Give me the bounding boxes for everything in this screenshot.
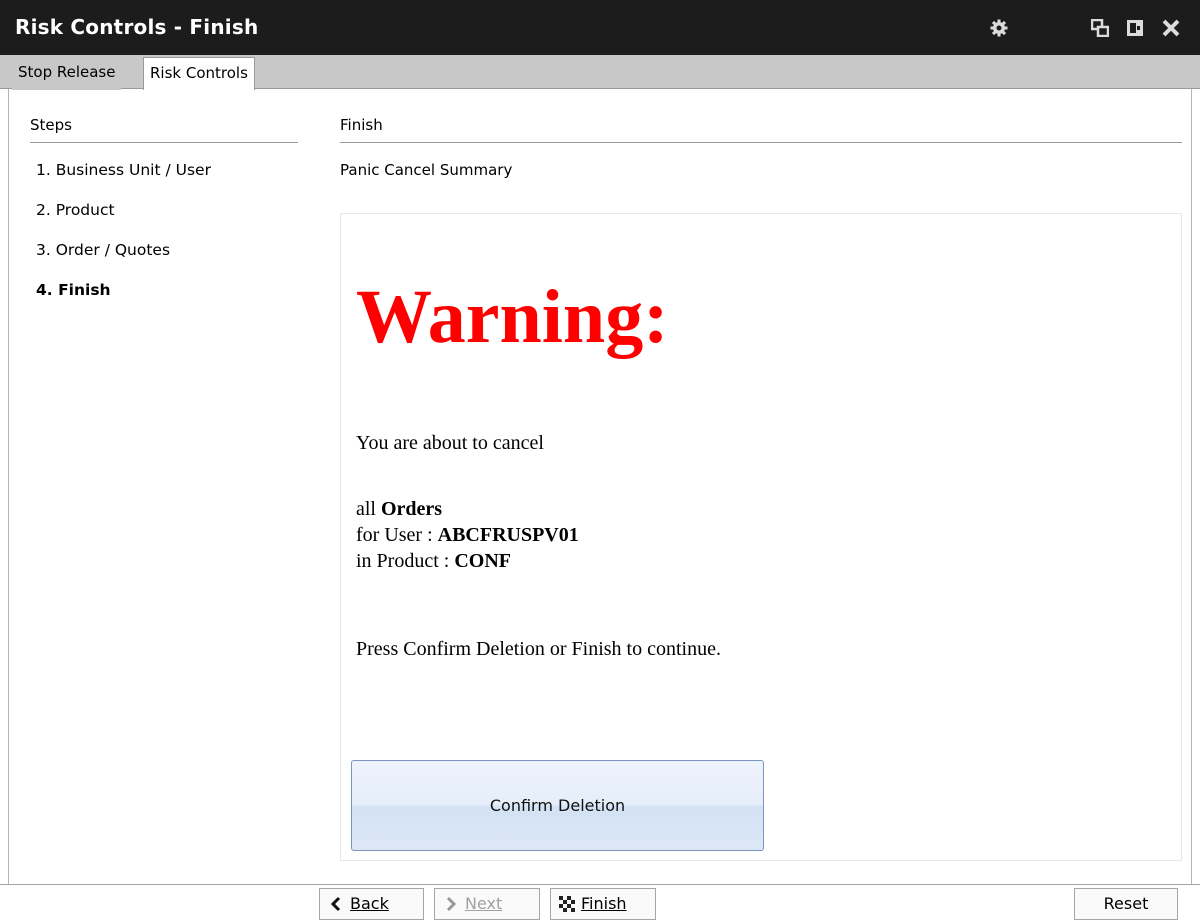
confirm-deletion-button[interactable]: Confirm Deletion bbox=[351, 760, 764, 851]
reset-button[interactable]: Reset bbox=[1074, 888, 1178, 920]
restore-window-icon[interactable] bbox=[1091, 19, 1109, 37]
user-prefix: for User : bbox=[356, 524, 438, 546]
orders-value: Orders bbox=[381, 498, 443, 520]
warning-heading: Warning: bbox=[356, 275, 669, 359]
step-product: 2. Product bbox=[36, 201, 115, 219]
summary-label: Panic Cancel Summary bbox=[340, 161, 513, 179]
step-order-quotes: 3. Order / Quotes bbox=[36, 241, 171, 259]
product-line: in Product : CONF bbox=[356, 548, 511, 574]
tab-stop-release[interactable]: Stop Release bbox=[12, 57, 122, 90]
checkered-flag-icon bbox=[559, 896, 575, 912]
back-label: Back bbox=[350, 894, 389, 913]
chevron-left-icon bbox=[330, 896, 341, 912]
dock-window-icon[interactable] bbox=[1126, 19, 1144, 37]
left-frame-border bbox=[0, 89, 9, 884]
next-label: Next bbox=[465, 894, 503, 913]
product-value: CONF bbox=[454, 550, 512, 572]
steps-header: Steps bbox=[30, 112, 298, 143]
window-title: Risk Controls - Finish bbox=[15, 15, 259, 39]
gear-icon[interactable] bbox=[990, 19, 1008, 37]
product-prefix: in Product : bbox=[356, 550, 455, 572]
cancel-line: You are about to cancel bbox=[356, 432, 544, 454]
instruction-line: Press Confirm Deletion or Finish to cont… bbox=[356, 638, 721, 660]
window-titlebar: Risk Controls - Finish bbox=[0, 0, 1200, 55]
user-value: ABCFRUSPV01 bbox=[437, 524, 579, 546]
user-line: for User : ABCFRUSPV01 bbox=[356, 522, 579, 548]
next-button[interactable]: Next bbox=[434, 888, 540, 920]
finish-button[interactable]: Finish bbox=[550, 888, 656, 920]
close-icon[interactable] bbox=[1162, 19, 1180, 37]
right-frame-border bbox=[1191, 89, 1200, 884]
main-header: Finish bbox=[340, 112, 1182, 143]
chevron-right-icon bbox=[446, 896, 457, 912]
step-finish: 4. Finish bbox=[36, 281, 111, 299]
tab-risk-controls[interactable]: Risk Controls bbox=[143, 57, 255, 90]
back-button[interactable]: Back bbox=[319, 888, 424, 920]
tab-bar: Stop Release Risk Controls bbox=[0, 55, 1200, 90]
orders-line: all Orders bbox=[356, 496, 442, 522]
orders-prefix: all bbox=[356, 498, 381, 520]
finish-label: Finish bbox=[581, 894, 627, 913]
step-business-unit-user: 1. Business Unit / User bbox=[36, 161, 211, 179]
